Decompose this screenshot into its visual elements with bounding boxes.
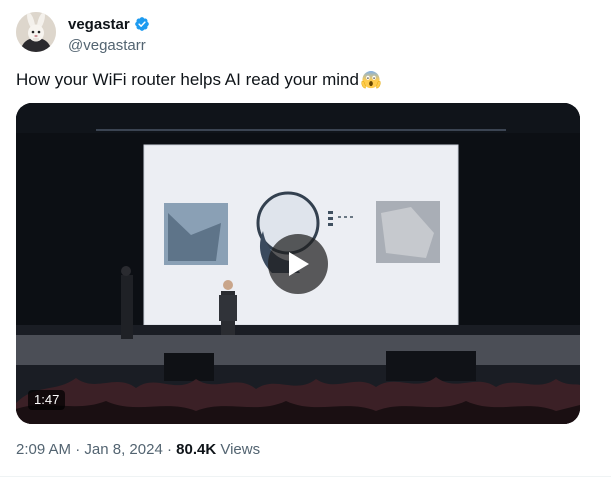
divider: [0, 476, 611, 477]
tweet-date[interactable]: Jan 8, 2024: [84, 441, 162, 458]
verified-badge-icon: [134, 17, 149, 31]
tweet-time[interactable]: 2:09 AM: [16, 441, 71, 458]
video-player[interactable]: 1:47: [16, 103, 580, 424]
meta-separator: ·: [166, 441, 172, 458]
tweet-meta: 2:09 AM · Jan 8, 2024 · 80.4K Views: [16, 441, 260, 458]
tweet-text: How your WiFi router helps AI read your …: [16, 68, 382, 91]
face-screaming-in-fear-icon: [361, 71, 381, 89]
rabbit-avatar-icon: [16, 12, 56, 52]
handle[interactable]: @vegastarr: [68, 37, 150, 54]
play-button[interactable]: [268, 234, 328, 294]
play-icon: [289, 252, 309, 276]
views-label: Views: [220, 441, 261, 458]
meta-separator: ·: [75, 441, 81, 458]
views-count[interactable]: 80.4K: [176, 441, 216, 458]
tweet-header: vegastar @vegastarr: [16, 12, 596, 56]
display-name[interactable]: vegastar: [68, 16, 130, 33]
video-duration: 1:47: [28, 390, 66, 410]
tweet-text-content: How your WiFi router helps AI read your …: [16, 70, 359, 89]
avatar[interactable]: [16, 12, 56, 52]
